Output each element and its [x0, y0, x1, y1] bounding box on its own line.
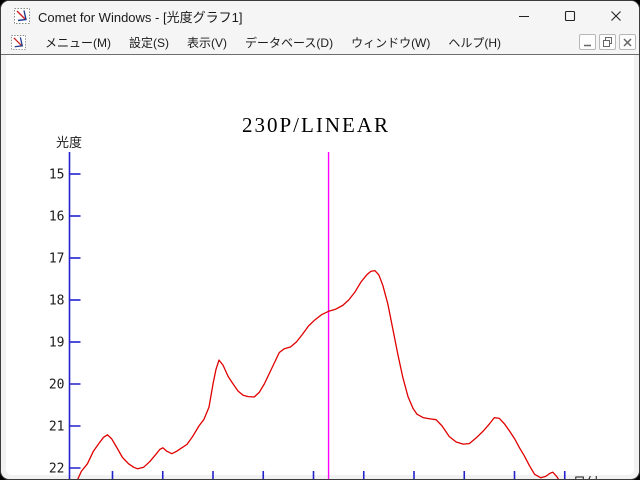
y-tick-label: 20: [49, 378, 65, 393]
mdi-restore-icon: [602, 37, 612, 47]
y-axis-label: 光度: [56, 135, 82, 151]
minimize-button[interactable]: [501, 1, 547, 31]
close-icon: [611, 11, 621, 21]
menu-item-help[interactable]: ヘルプ(H): [439, 31, 510, 54]
menu-item-settings[interactable]: 設定(S): [120, 31, 178, 54]
mdi-minimize-button[interactable]: [579, 34, 596, 50]
y-tick-label: 21: [49, 420, 65, 435]
y-tick-label: 19: [49, 336, 65, 351]
minimize-icon: [519, 16, 529, 17]
comet-icon: [14, 8, 30, 24]
y-tick-label: 22: [49, 462, 65, 477]
y-tick-label: 17: [49, 252, 65, 267]
menu-item-window[interactable]: ウィンドウ(W): [342, 31, 439, 54]
mdi-restore-button[interactable]: [599, 34, 616, 50]
menu-item-database[interactable]: データベース(D): [236, 31, 342, 54]
app-window: Comet for Windows - [光度グラフ1] メニュー(M) 設定(…: [0, 0, 640, 480]
menu-bar: メニュー(M) 設定(S) 表示(V) データベース(D) ウィンドウ(W) ヘ…: [1, 31, 639, 55]
graph-document-area: 230P/LINEAR 光度 日付 151617181920212220267/…: [6, 55, 634, 479]
mdi-close-icon: [623, 37, 632, 47]
chart-title: 230P/LINEAR: [242, 113, 390, 137]
menu-item-view[interactable]: 表示(V): [178, 31, 236, 54]
light-curve: [77, 269, 560, 479]
mdi-close-button[interactable]: [619, 34, 636, 50]
mdi-window-buttons: [579, 34, 636, 50]
x-axis-label: 日付: [573, 476, 599, 480]
window-title: Comet for Windows - [光度グラフ1]: [38, 9, 243, 25]
close-button[interactable]: [593, 1, 639, 31]
title-bar: Comet for Windows - [光度グラフ1]: [1, 1, 639, 31]
y-tick-label: 18: [49, 294, 65, 309]
y-tick-label: 15: [49, 168, 65, 183]
menu-item-menu[interactable]: メニュー(M): [36, 31, 120, 54]
mdi-minimize-icon: [584, 44, 591, 46]
maximize-button[interactable]: [547, 1, 593, 31]
mdi-document-comet-icon: [11, 35, 26, 50]
magnitude-chart: 230P/LINEAR 光度 日付 151617181920212220267/…: [49, 113, 599, 480]
y-tick-label: 16: [49, 210, 65, 225]
caption-buttons: [501, 1, 639, 31]
maximize-icon: [564, 10, 576, 22]
plot-region: 151617181920212220267/120271/120277/1202…: [49, 152, 566, 479]
